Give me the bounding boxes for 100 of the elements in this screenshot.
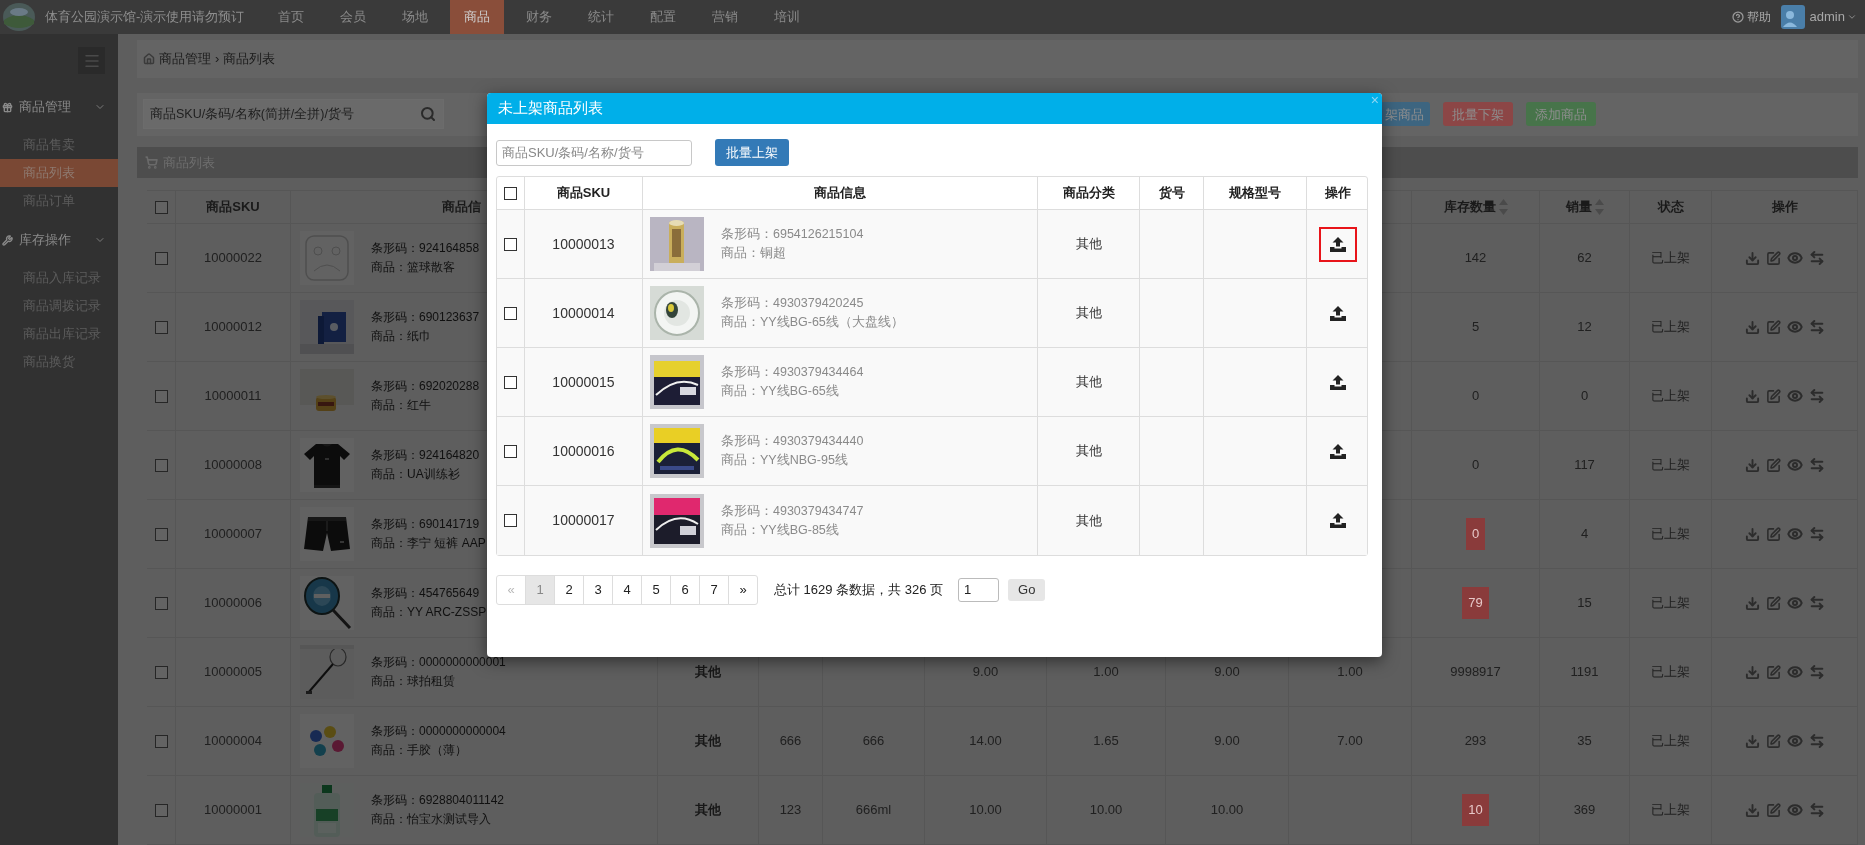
avatar-icon[interactable] [1780, 5, 1805, 29]
download-icon[interactable] [1744, 526, 1760, 542]
table-cell-text: 1191 [1570, 663, 1599, 682]
page-button[interactable]: 2 [554, 575, 584, 605]
download-icon[interactable] [1744, 457, 1760, 473]
go-button[interactable]: Go [1008, 579, 1046, 601]
checkbox[interactable] [154, 596, 168, 610]
caret-icon[interactable] [1847, 12, 1857, 22]
edit-icon[interactable] [1765, 457, 1781, 473]
barcode-text: 条形码：924164820 [371, 447, 480, 464]
help-link[interactable]: 帮助 [1746, 8, 1771, 26]
table-cell-text: 9.00 [972, 663, 999, 682]
search-icon[interactable] [420, 106, 436, 123]
upload-button[interactable] [1319, 226, 1357, 262]
swap-icon[interactable] [1808, 733, 1825, 749]
nav-item[interactable]: 商品 [450, 0, 505, 34]
edit-icon[interactable] [1765, 664, 1781, 680]
edit-icon[interactable] [1765, 595, 1781, 611]
nav-item[interactable]: 营销 [698, 0, 753, 34]
swap-icon[interactable] [1808, 595, 1825, 611]
swap-icon[interactable] [1808, 457, 1825, 473]
nav-item[interactable]: 统计 [574, 0, 629, 34]
checkbox[interactable] [154, 665, 168, 679]
sidebar-group[interactable]: 商品管理 [0, 87, 118, 127]
checkbox[interactable] [154, 803, 168, 817]
swap-icon[interactable] [1808, 802, 1825, 818]
batch-publish-button[interactable]: 批量上架 [715, 139, 789, 166]
eye-icon[interactable] [1786, 250, 1803, 266]
table-cell-text: 其他 [695, 801, 721, 820]
column-header: 操作 [1771, 198, 1798, 217]
swap-icon[interactable] [1808, 526, 1825, 542]
nav-item[interactable]: 培训 [760, 0, 815, 34]
page-button[interactable]: 3 [583, 575, 613, 605]
page-button[interactable]: 6 [670, 575, 700, 605]
checkbox[interactable] [504, 186, 517, 200]
page-input[interactable]: 1 [958, 578, 1000, 602]
help-icon[interactable] [1731, 11, 1744, 23]
eye-icon[interactable] [1786, 595, 1803, 611]
checkbox[interactable] [154, 251, 168, 265]
edit-icon[interactable] [1765, 526, 1781, 542]
eye-icon[interactable] [1786, 319, 1803, 335]
column-header: 规格型号 [1229, 184, 1281, 203]
page-button[interactable]: » [728, 575, 758, 605]
search-field[interactable]: 商品SKU/条码/名称/货号 [496, 139, 692, 166]
swap-icon[interactable] [1808, 664, 1825, 680]
product-name: 商品：篮球散客 [371, 259, 456, 276]
page-button[interactable]: 1 [525, 575, 555, 605]
eye-icon[interactable] [1786, 526, 1803, 542]
checkbox[interactable] [504, 306, 517, 320]
checkbox[interactable] [504, 514, 517, 527]
eye-icon[interactable] [1786, 664, 1803, 680]
user-name[interactable]: admin [1809, 7, 1845, 27]
table-cell-text: 已上架 [1651, 663, 1690, 682]
download-icon[interactable] [1744, 595, 1760, 611]
edit-icon[interactable] [1765, 802, 1781, 818]
sidebar-item[interactable]: 商品列表 [0, 159, 118, 187]
nav-item[interactable]: 首页 [264, 0, 319, 34]
action-button[interactable]: 批量下架 [1443, 102, 1513, 127]
eye-icon[interactable] [1786, 802, 1803, 818]
checkbox[interactable] [504, 237, 517, 251]
search-field[interactable]: 商品SKU/条码/名称(简拼/全拼)/货号 [143, 99, 444, 130]
table-cell-text: 9.00 [1214, 663, 1240, 682]
swap-icon[interactable] [1808, 250, 1825, 266]
page-button[interactable]: 7 [699, 575, 729, 605]
home-icon[interactable] [143, 53, 155, 66]
eye-icon[interactable] [1786, 388, 1803, 404]
download-icon[interactable] [1744, 664, 1760, 680]
download-icon[interactable] [1744, 733, 1760, 749]
eye-icon[interactable] [1786, 733, 1803, 749]
nav-item[interactable]: 会员 [326, 0, 381, 34]
barcode-text: 条形码：6954126215104 [721, 226, 864, 243]
nav-item[interactable]: 配置 [636, 0, 691, 34]
swap-icon[interactable] [1808, 388, 1825, 404]
checkbox[interactable] [154, 389, 168, 403]
sidebar-group[interactable]: 库存操作 [0, 220, 118, 260]
page-button[interactable]: 5 [641, 575, 671, 605]
page-button[interactable]: 4 [612, 575, 642, 605]
download-icon[interactable] [1744, 319, 1760, 335]
checkbox[interactable] [154, 200, 168, 214]
edit-icon[interactable] [1765, 319, 1781, 335]
edit-icon[interactable] [1765, 733, 1781, 749]
edit-icon[interactable] [1765, 388, 1781, 404]
menu-button[interactable] [78, 47, 105, 74]
download-icon[interactable] [1744, 802, 1760, 818]
swap-icon[interactable] [1808, 319, 1825, 335]
checkbox[interactable] [504, 444, 517, 458]
eye-icon[interactable] [1786, 457, 1803, 473]
checkbox[interactable] [154, 527, 168, 541]
checkbox[interactable] [154, 734, 168, 748]
checkbox[interactable] [154, 458, 168, 472]
nav-item[interactable]: 财务 [512, 0, 567, 34]
download-icon[interactable] [1744, 388, 1760, 404]
download-icon[interactable] [1744, 250, 1760, 266]
checkbox[interactable] [154, 320, 168, 334]
edit-icon[interactable] [1765, 250, 1781, 266]
checkbox[interactable] [504, 375, 517, 389]
upload-icon [1330, 374, 1346, 390]
breadcrumb-link[interactable]: 商品管理 [159, 49, 211, 69]
nav-item[interactable]: 场地 [388, 0, 443, 34]
breadcrumb-current: 商品列表 [223, 50, 276, 68]
